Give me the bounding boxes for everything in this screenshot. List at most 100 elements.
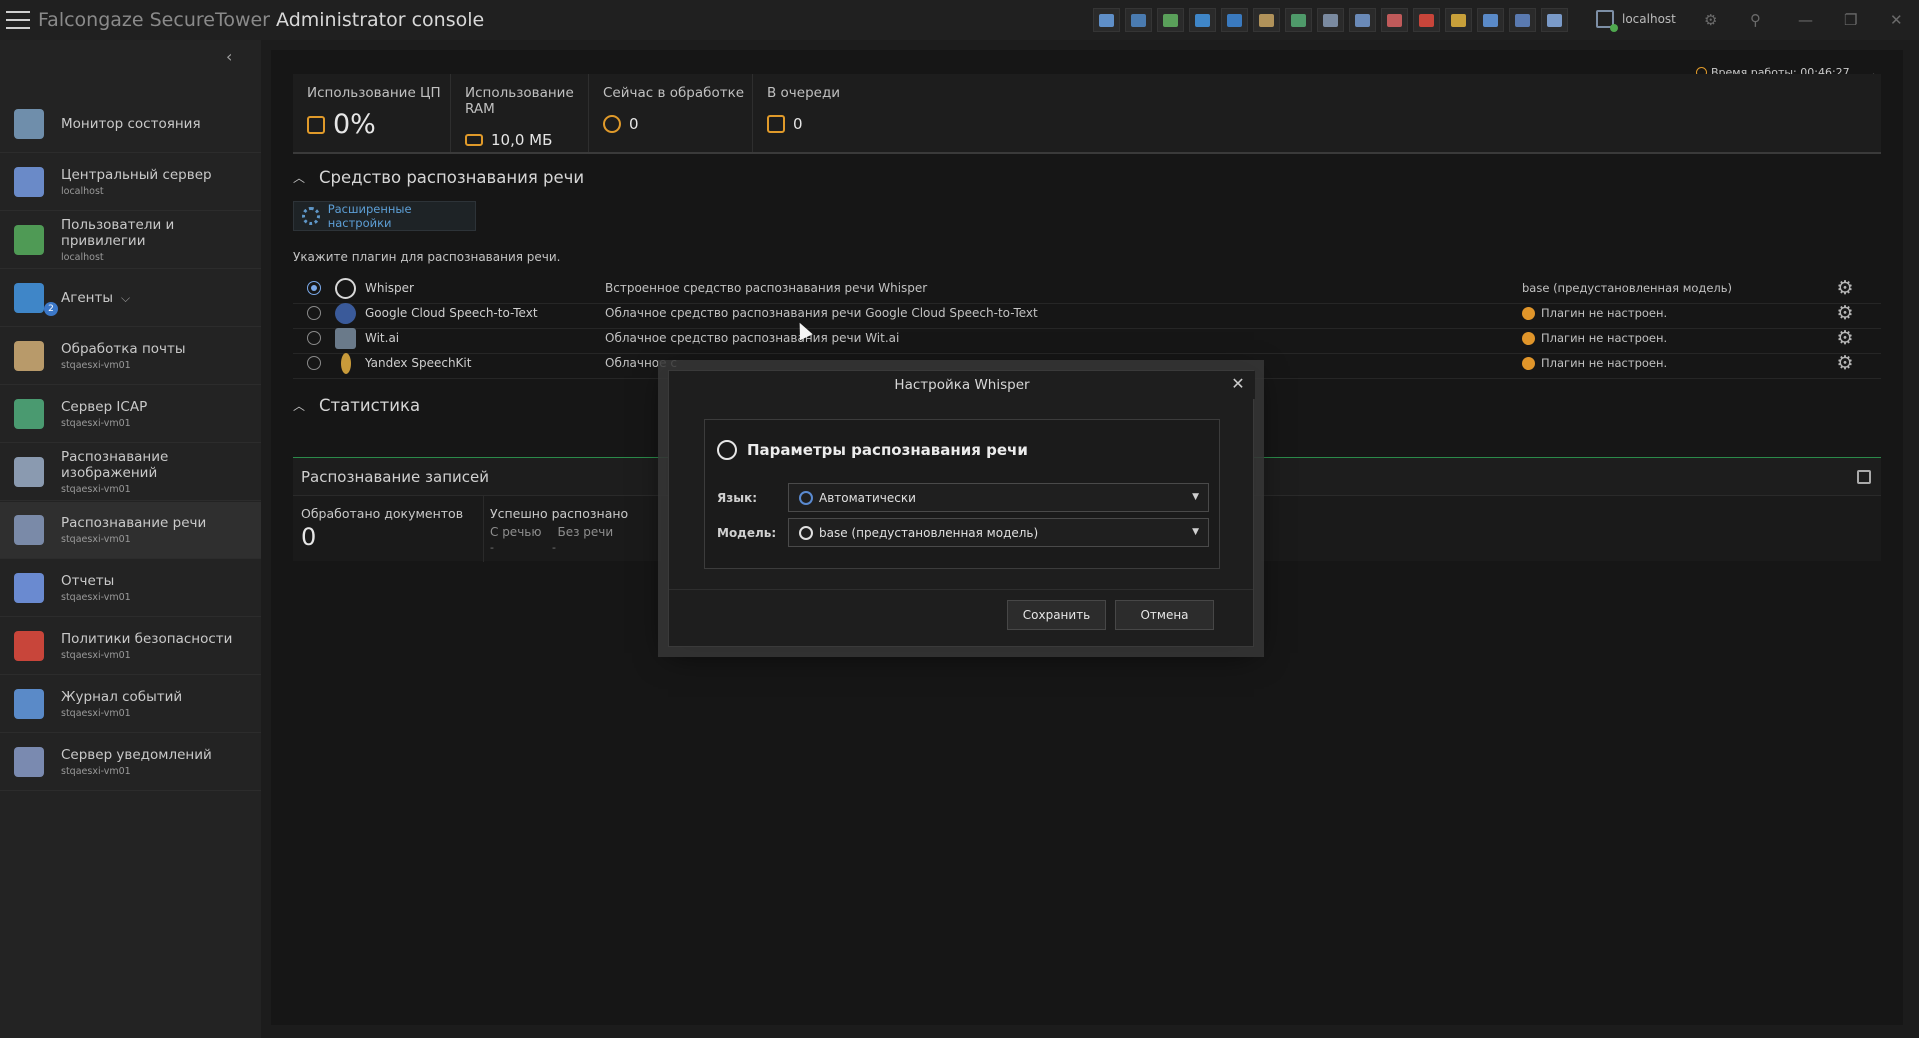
- statistics-section-header[interactable]: ︿ Статистика: [293, 396, 420, 415]
- sidebar-item[interactable]: Сервер ICAP stqaesxi-vm01: [0, 386, 261, 443]
- sidebar-item[interactable]: Монитор состояния: [0, 96, 261, 153]
- server-indicator[interactable]: localhost: [1596, 10, 1676, 32]
- statistics-section-title: Статистика: [319, 396, 421, 415]
- ram-stat-title: Использование RAM: [465, 85, 574, 117]
- agents-icon[interactable]: [1189, 8, 1216, 32]
- sidebar-item[interactable]: Распознавание речи stqaesxi-vm01: [0, 502, 261, 559]
- monitor-icon[interactable]: [1541, 8, 1568, 32]
- advanced-settings-button[interactable]: Расширенные настройки: [293, 201, 476, 231]
- app-title: Falcongaze SecureTower Administrator con…: [38, 9, 484, 31]
- settings-icon[interactable]: ⚙: [1704, 10, 1717, 30]
- sidebar-item-label: Пользователи и привилегии: [61, 217, 175, 249]
- shield-icon[interactable]: [1093, 8, 1120, 32]
- server-icon-glyph: [1131, 13, 1146, 27]
- sidebar-item[interactable]: Пользователи и привилегии localhost: [0, 212, 261, 269]
- sidebar-item-label: Сервер ICAP: [61, 399, 148, 415]
- menu-icon[interactable]: [6, 11, 30, 29]
- model-select[interactable]: base (предустановленная модель) ▼: [788, 518, 1209, 547]
- sidebar-item[interactable]: 2 Агенты ⌵: [0, 270, 261, 327]
- event-log-icon: [14, 689, 44, 719]
- dropdown-arrow-icon: ▼: [1192, 492, 1199, 502]
- reports-icon: [14, 573, 44, 603]
- gear-icon[interactable]: ⚙: [1835, 303, 1855, 323]
- queue-icon: [767, 115, 785, 133]
- restore-icon[interactable]: ❐: [1844, 10, 1857, 30]
- warning-icon: [1522, 306, 1535, 320]
- plugin-radio[interactable]: [307, 356, 321, 370]
- app-title-main: Administrator console: [276, 9, 485, 31]
- server-icon[interactable]: [1125, 8, 1152, 32]
- image-recognition-icon[interactable]: [1317, 8, 1344, 32]
- language-select[interactable]: Автоматически ▼: [788, 483, 1209, 512]
- collapse-sidebar-icon[interactable]: ‹: [226, 47, 232, 66]
- chevron-down-icon[interactable]: ⌵: [121, 291, 130, 305]
- copy-icon[interactable]: [1857, 470, 1871, 484]
- notification-icon: [14, 747, 44, 777]
- plugin-radio[interactable]: [307, 281, 321, 295]
- whisper-settings-dialog: Настройка Whisper ✕ Параметры распознава…: [668, 370, 1255, 647]
- sidebar-item[interactable]: Политики безопасности stqaesxi-vm01: [0, 618, 261, 675]
- mail-icon[interactable]: [1253, 8, 1280, 32]
- network-icon[interactable]: [1221, 8, 1248, 32]
- ram-stat: Использование RAM 10,0 МБ: [451, 74, 589, 152]
- sidebar-item[interactable]: Обработка почты stqaesxi-vm01: [0, 328, 261, 385]
- icap-icon[interactable]: [1285, 8, 1312, 32]
- plugin-status: base (предустановленная модель): [1522, 281, 1732, 295]
- topology-icon[interactable]: [1509, 8, 1536, 32]
- model-label: Модель:: [717, 526, 777, 540]
- sidebar-item-sublabel: stqaesxi-vm01: [61, 484, 131, 495]
- server-name: localhost: [1622, 12, 1676, 26]
- gear-icon[interactable]: ⚙: [1835, 278, 1855, 298]
- close-icon[interactable]: ✕: [1229, 375, 1247, 393]
- openai-icon: [335, 278, 356, 299]
- library-icon[interactable]: [1445, 8, 1472, 32]
- sidebar: ‹ Монитор состояния Центральный сервер loc…: [0, 40, 261, 1038]
- processed-value: 0: [301, 523, 317, 551]
- gear-icon[interactable]: ⚙: [1835, 328, 1855, 348]
- collapse-caret-icon: ︿: [293, 399, 306, 413]
- sidebar-item-sublabel: stqaesxi-vm01: [61, 708, 131, 719]
- speech-recognition-icon[interactable]: [1349, 8, 1376, 32]
- sidebar-item[interactable]: Сервер уведомлений stqaesxi-vm01: [0, 734, 261, 791]
- plugin-status-text: base (предустановленная модель): [1522, 281, 1733, 295]
- sidebar-item-label: Обработка почты: [61, 341, 186, 357]
- without-speech-label: Без речи: [557, 525, 614, 539]
- sidebar-item[interactable]: Центральный сервер localhost: [0, 154, 261, 211]
- library-icon-glyph: [1451, 13, 1466, 27]
- language-label: Язык:: [717, 491, 758, 505]
- plugin-name: Google Cloud Speech-to-Text: [365, 306, 538, 320]
- cancel-button[interactable]: Отмена: [1115, 600, 1214, 630]
- icap-icon-glyph: [1291, 13, 1306, 27]
- sidebar-item-label: Распознавание изображений: [61, 449, 169, 481]
- minimize-icon[interactable]: —: [1798, 10, 1813, 30]
- plugin-radio[interactable]: [307, 331, 321, 345]
- speech-section-header[interactable]: ︿ Средство распознавания речи: [293, 168, 584, 187]
- policy-icon[interactable]: [1413, 8, 1440, 32]
- plugin-status-text: Плагин не настроен.: [1541, 306, 1668, 320]
- sidebar-item-sublabel: stqaesxi-vm01: [61, 650, 131, 661]
- close-window-icon[interactable]: ✕: [1890, 10, 1903, 30]
- warning-icon: [1522, 356, 1535, 370]
- gear-icon[interactable]: ⚙: [1835, 353, 1855, 373]
- app-title-prefix: Falcongaze SecureTower: [38, 9, 277, 31]
- recognition-stats-title: Распознавание записей: [301, 468, 489, 486]
- reports-icon[interactable]: [1381, 8, 1408, 32]
- sidebar-item-label: Отчеты: [61, 573, 115, 589]
- sidebar-item[interactable]: Журнал событий stqaesxi-vm01: [0, 676, 261, 733]
- server-status-icon: [1596, 10, 1618, 32]
- cpu-icon: [307, 115, 325, 134]
- plugin-description: Облачное средство распознавания речи Wit…: [605, 331, 900, 345]
- sidebar-item[interactable]: Распознавание изображений stqaesxi-vm01: [0, 444, 261, 501]
- plugin-radio[interactable]: [307, 306, 321, 320]
- warning-icon: [1522, 331, 1535, 345]
- sidebar-item[interactable]: Отчеты stqaesxi-vm01: [0, 560, 261, 617]
- users-icon[interactable]: [1157, 8, 1184, 32]
- speech-section-title: Средство распознавания речи: [319, 168, 585, 187]
- with-speech-label: С речью: [490, 525, 542, 539]
- save-button[interactable]: Сохранить: [1007, 600, 1106, 630]
- event-log-icon[interactable]: [1477, 8, 1504, 32]
- shield-icon: [14, 167, 44, 197]
- toolbar: [1093, 8, 1568, 32]
- pin-icon[interactable]: ⚲: [1750, 10, 1761, 30]
- sidebar-item-sublabel: localhost: [61, 186, 104, 197]
